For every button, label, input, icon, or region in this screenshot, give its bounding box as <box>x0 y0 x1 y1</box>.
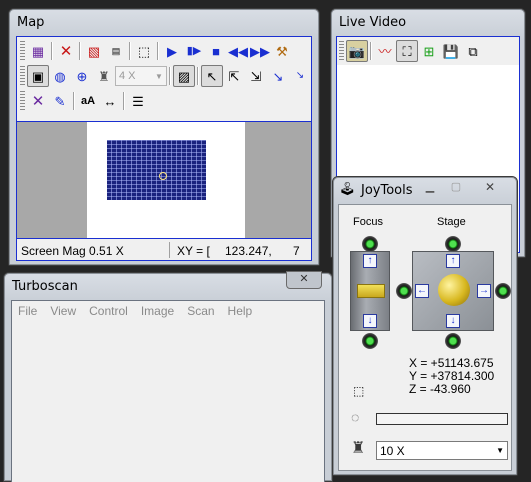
map-client: ▦ ✕ ▧ ▤ ⬚ ▶ ▮▶ ■ ◀◀ ▶▶ ⚒ ▣ ◍ ⊕ ♜ 4 X ▼ ▨… <box>16 36 312 261</box>
map-status-bar: Screen Mag 0.51 X XY = [ 123.247, 7 <box>17 241 311 260</box>
map-window-title: Map <box>17 15 45 30</box>
menu-image[interactable]: Image <box>141 304 174 318</box>
chevron-down-icon: ▼ <box>155 71 163 81</box>
copy-icon[interactable]: ⧉ <box>462 40 484 62</box>
focus-down-arrow[interactable]: ↓ <box>363 314 377 328</box>
joytools-client: Focus Stage ↑ ↓ ↑ ← → ↓ X = +51143.675 Y… <box>338 204 512 471</box>
region-icon[interactable]: ⬚ <box>133 40 155 62</box>
film-icon[interactable]: ▣ <box>27 65 49 87</box>
objective-icon[interactable]: ♜ <box>93 65 115 87</box>
map-window: Map ▦ ✕ ▧ ▤ ⬚ ▶ ▮▶ ■ ◀◀ ▶▶ ⚒ ▣ ◍ ⊕ ♜ 4 X… <box>8 8 320 266</box>
position-capture-icon[interactable]: ⬚ <box>353 384 364 398</box>
camera-icon[interactable]: 📷 <box>346 40 368 62</box>
joystick-icon: 🕹 <box>339 181 356 196</box>
objective-select[interactable]: 10 X ▼ <box>376 441 508 460</box>
xy-status-tail: 7 <box>293 244 300 258</box>
minimize-button[interactable]: ▁ <box>419 180 441 196</box>
map-toolbar-row3: ✕ ✎ aA ↔ ☰ <box>20 90 149 112</box>
grid-toggle-icon[interactable]: ▨ <box>173 65 195 87</box>
focus-down-led[interactable] <box>362 333 378 349</box>
turboscan-title: Turboscan <box>12 279 78 294</box>
globe-icon[interactable]: ⊕ <box>71 65 93 87</box>
map-toolbar-row1: ▦ ✕ ▧ ▤ ⬚ ▶ ▮▶ ■ ◀◀ ▶▶ ⚒ <box>20 40 293 62</box>
move-to-icon[interactable]: ↘ <box>267 65 289 87</box>
live-video-toolbar: 📷 〰 ⛶ ⊞ 💾 ⧉ <box>337 37 519 65</box>
edit-lines-icon[interactable]: ✎ <box>49 90 71 112</box>
menu-file[interactable]: File <box>18 304 37 318</box>
xy-status-value: 123.247, <box>225 244 272 258</box>
focus-up-arrow[interactable]: ↑ <box>363 254 377 268</box>
maximize-button[interactable]: ▢ <box>445 180 467 196</box>
fit-view-icon[interactable]: ⛶ <box>396 40 418 62</box>
light-level-bar[interactable] <box>376 413 508 425</box>
scan-tile-grid[interactable] <box>107 140 206 200</box>
focus-slider[interactable]: ↑ ↓ <box>350 251 390 331</box>
z-position-readout: Z = -43.960 <box>409 382 471 396</box>
stop-icon[interactable]: ■ <box>205 40 227 62</box>
lamp-icon: ◌ <box>351 409 360 425</box>
focus-target-icon[interactable]: ⊞ <box>418 40 440 62</box>
stage-joystick[interactable]: ↑ ← → ↓ <box>412 251 494 331</box>
play-icon[interactable]: ▶ <box>161 40 183 62</box>
x-position-readout: X = +51143.675 <box>409 356 494 370</box>
objective-icon: ♜ <box>351 440 366 457</box>
font-size-icon[interactable]: aA <box>77 90 99 112</box>
stage-right-led[interactable] <box>495 283 511 299</box>
stage-down-arrow[interactable]: ↓ <box>446 314 460 328</box>
fast-forward-icon[interactable]: ▶▶ <box>249 40 271 62</box>
close-icon: ✕ <box>484 180 496 194</box>
select-region-icon[interactable]: ⇱ <box>223 65 245 87</box>
pointer-icon[interactable]: ↖ <box>201 65 223 87</box>
close-button[interactable]: ✕ <box>286 271 322 289</box>
rewind-icon[interactable]: ◀◀ <box>227 40 249 62</box>
text-align-icon[interactable]: ☰ <box>127 90 149 112</box>
stage-joystick-knob[interactable] <box>438 274 470 306</box>
stage-down-led[interactable] <box>445 333 461 349</box>
close-icon: ✕ <box>299 273 309 285</box>
histogram-icon[interactable]: 〰 <box>374 40 396 62</box>
turboscan-window: Turboscan ✕ File View Control Image Scan… <box>3 271 333 482</box>
stage-up-arrow[interactable]: ↑ <box>446 254 460 268</box>
live-video-title: Live Video <box>339 15 407 30</box>
focus-up-led[interactable] <box>362 236 378 252</box>
grid-add-icon[interactable]: ▦ <box>27 40 49 62</box>
arrow-overflow-icon[interactable]: ↘ <box>289 65 311 87</box>
screen-mag-status: Screen Mag 0.51 X <box>21 244 124 258</box>
chevron-down-icon: ▼ <box>496 446 504 455</box>
step-forward-icon[interactable]: ▮▶ <box>183 40 205 62</box>
grid-properties-icon[interactable]: ▤ <box>105 40 127 62</box>
stage-left-arrow[interactable]: ← <box>415 284 429 298</box>
stage-right-arrow[interactable]: → <box>477 284 491 298</box>
grid-delete-icon[interactable]: ▧ <box>83 40 105 62</box>
delete-icon[interactable]: ✕ <box>55 40 77 62</box>
joytools-close-button[interactable]: ✕ <box>479 180 501 196</box>
turboscan-menubar: File View Control Image Scan Help <box>12 301 324 321</box>
save-icon[interactable]: 💾 <box>440 40 462 62</box>
focus-slider-thumb[interactable] <box>357 284 385 298</box>
turboscan-client: File View Control Image Scan Help <box>11 300 325 482</box>
stage-label: Stage <box>437 216 466 228</box>
map-canvas[interactable] <box>17 121 311 239</box>
y-position-readout: Y = +37814.300 <box>409 369 495 383</box>
joytools-title: JoyTools <box>361 183 413 198</box>
menu-view[interactable]: View <box>50 304 76 318</box>
toolbar-grip <box>20 41 25 61</box>
crosshair-icon <box>159 172 167 180</box>
stage-up-led[interactable] <box>445 236 461 252</box>
map-mag-combo[interactable]: 4 X ▼ <box>115 66 167 86</box>
hammer-icon[interactable]: ⚒ <box>271 40 293 62</box>
multi-select-icon[interactable]: ⇲ <box>245 65 267 87</box>
map-toolbar-row2: ▣ ◍ ⊕ ♜ 4 X ▼ ▨ ↖ ⇱ ⇲ ↘ ↘ <box>20 65 311 87</box>
spacing-icon[interactable]: ↔ <box>99 90 121 112</box>
menu-control[interactable]: Control <box>89 304 128 318</box>
stage-left-led[interactable] <box>396 283 412 299</box>
properties-icon[interactable]: ◍ <box>49 65 71 87</box>
focus-label: Focus <box>353 216 383 228</box>
xy-status-label: XY = [ <box>177 244 210 258</box>
menu-help[interactable]: Help <box>228 304 253 318</box>
joytools-window: 🕹 JoyTools ▁ ▢ ✕ Focus Stage ↑ ↓ ↑ ← → ↓… <box>332 176 518 476</box>
clear-icon[interactable]: ✕ <box>27 90 49 112</box>
menu-scan[interactable]: Scan <box>187 304 214 318</box>
